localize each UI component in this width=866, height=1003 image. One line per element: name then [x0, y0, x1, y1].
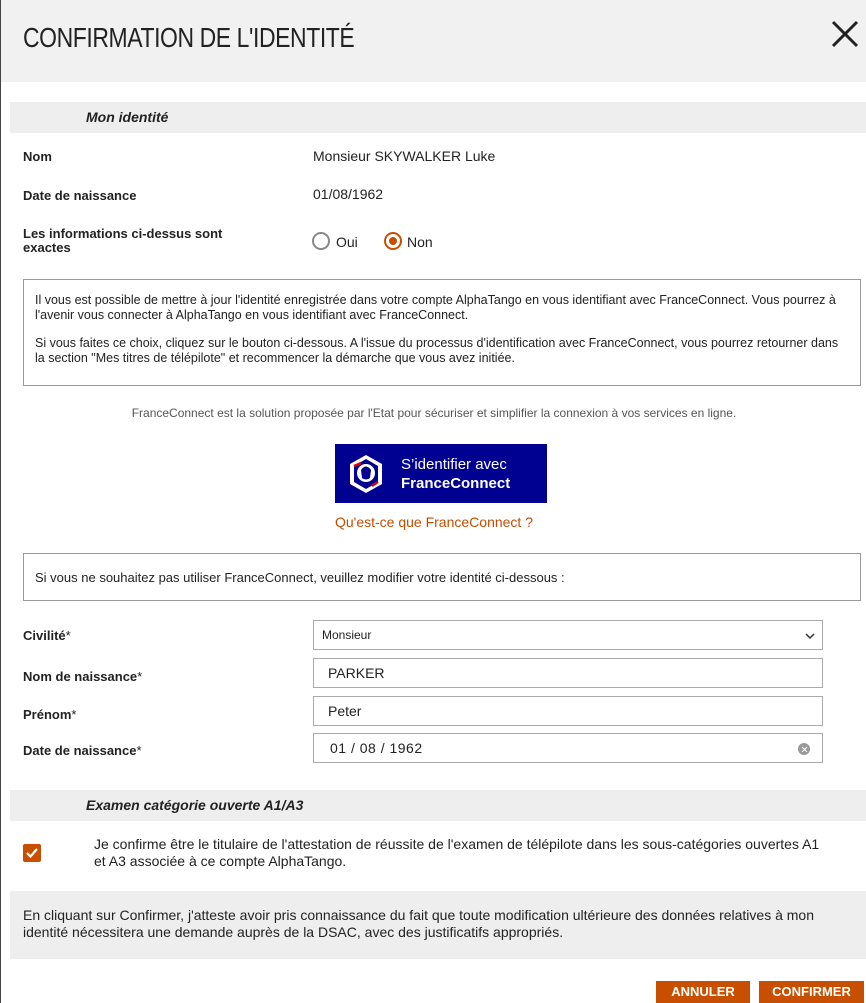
- franceconnect-button-line2: FranceConnect: [401, 475, 511, 492]
- franceconnect-button-line1: S’identifier avec: [401, 456, 507, 473]
- dob-value: 01/08/1962: [313, 186, 384, 202]
- name-label: Nom: [23, 149, 52, 164]
- franceconnect-logo-icon: [348, 454, 384, 494]
- franceconnect-description: FranceConnect est la solution proposée p…: [131, 406, 737, 420]
- modify-identity-notice: Si vous ne souhaitez pas utiliser France…: [23, 553, 861, 601]
- cancel-button[interactable]: ANNULER: [656, 981, 750, 1003]
- exam-confirm-text: Je confirme être le titulaire de l'attes…: [94, 836, 820, 869]
- radio-oui[interactable]: [312, 232, 330, 250]
- civility-value: Monsieur: [322, 628, 372, 642]
- radio-non[interactable]: [384, 232, 402, 250]
- name-value: Monsieur SKYWALKER Luke: [313, 148, 496, 164]
- confirm-exam-checkbox[interactable]: [23, 844, 41, 862]
- close-icon[interactable]: [829, 18, 861, 50]
- dob-date-input[interactable]: 01 / 08 / 1962: [313, 733, 823, 763]
- identity-section-header: Mon identité: [10, 102, 866, 133]
- birthname-input[interactable]: PARKER: [313, 658, 823, 688]
- radio-non-label: Non: [407, 234, 433, 250]
- dialog-title: CONFIRMATION DE L'IDENTITÉ: [23, 22, 355, 53]
- form-dob-label: Date de naissance*: [23, 743, 142, 758]
- checkmark-icon: [26, 848, 38, 859]
- firstname-label: Prénom*: [23, 707, 77, 722]
- dialog-header: CONFIRMATION DE L'IDENTITÉ: [1, 0, 866, 82]
- firstname-input[interactable]: Peter: [313, 696, 823, 726]
- dob-label: Date de naissance: [23, 188, 137, 203]
- civility-label: Civilité*: [23, 628, 71, 643]
- birthname-label: Nom de naissance*: [23, 669, 143, 684]
- legal-notice-text: En cliquant sur Confirmer, j'atteste avo…: [23, 907, 814, 940]
- identity-section-title: Mon identité: [86, 109, 169, 125]
- chevron-down-icon: [805, 633, 815, 640]
- what-is-franceconnect-link[interactable]: Qu'est-ce que FranceConnect ?: [1, 514, 866, 530]
- exam-section-title: Examen catégorie ouverte A1/A3: [86, 797, 304, 813]
- exam-section-header: Examen catégorie ouverte A1/A3: [10, 790, 866, 821]
- confirm-button[interactable]: CONFIRMER: [759, 981, 864, 1003]
- info-paragraph-1: Il vous est possible de mettre à jour l'…: [35, 293, 836, 322]
- civility-select[interactable]: Monsieur: [313, 620, 823, 650]
- franceconnect-button[interactable]: S’identifier avec FranceConnect: [335, 444, 547, 503]
- modify-notice-text: Si vous ne souhaitez pas utiliser France…: [35, 570, 565, 585]
- info-paragraph-2: Si vous faites ce choix, cliquez sur le …: [35, 336, 839, 365]
- info-exact-label: Les informations ci-dessus sont exactes: [23, 226, 223, 255]
- franceconnect-info-box: Il vous est possible de mettre à jour l'…: [23, 279, 861, 386]
- identity-confirmation-dialog: CONFIRMATION DE L'IDENTITÉ Mon identité …: [0, 0, 866, 1003]
- legal-notice: En cliquant sur Confirmer, j'atteste avo…: [10, 891, 866, 959]
- radio-oui-label: Oui: [336, 234, 358, 250]
- clear-icon[interactable]: [798, 743, 810, 755]
